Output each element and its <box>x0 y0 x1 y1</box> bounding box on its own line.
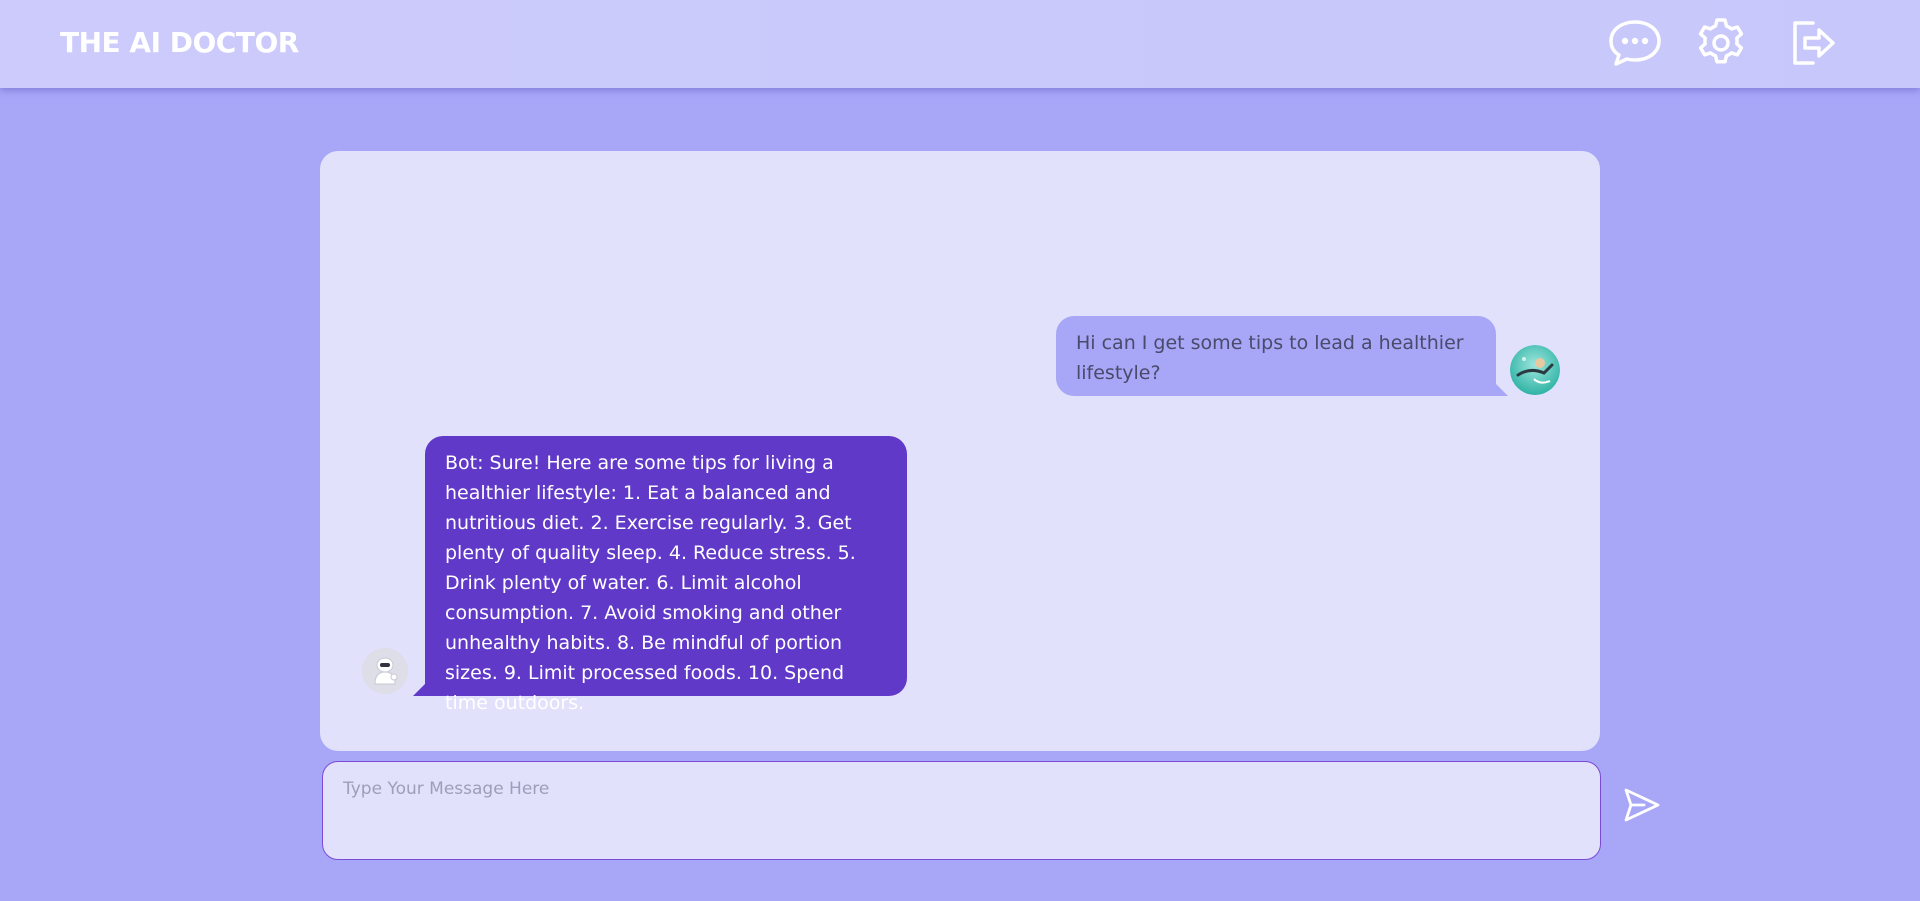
logout-button[interactable] <box>1786 18 1840 72</box>
logout-icon <box>1787 17 1839 73</box>
bot-avatar <box>362 648 408 694</box>
chat-button[interactable] <box>1608 18 1662 72</box>
chat-panel: Hi can I get some tips to lead a healthi… <box>320 151 1600 751</box>
top-header: THE AI DOCTOR <box>0 0 1920 88</box>
settings-button[interactable] <box>1694 18 1748 72</box>
user-message-bubble: Hi can I get some tips to lead a healthi… <box>1056 316 1508 396</box>
user-avatar <box>1510 345 1560 395</box>
message-input-container <box>322 761 1601 860</box>
app-title: THE AI DOCTOR <box>60 26 299 59</box>
chat-icon <box>1608 18 1662 72</box>
message-input[interactable] <box>323 762 1600 859</box>
bot-message-bubble: Bot: Sure! Here are some tips for living… <box>413 436 907 714</box>
send-icon <box>1622 785 1662 829</box>
settings-gear-icon <box>1695 17 1747 73</box>
send-button[interactable] <box>1620 785 1664 829</box>
